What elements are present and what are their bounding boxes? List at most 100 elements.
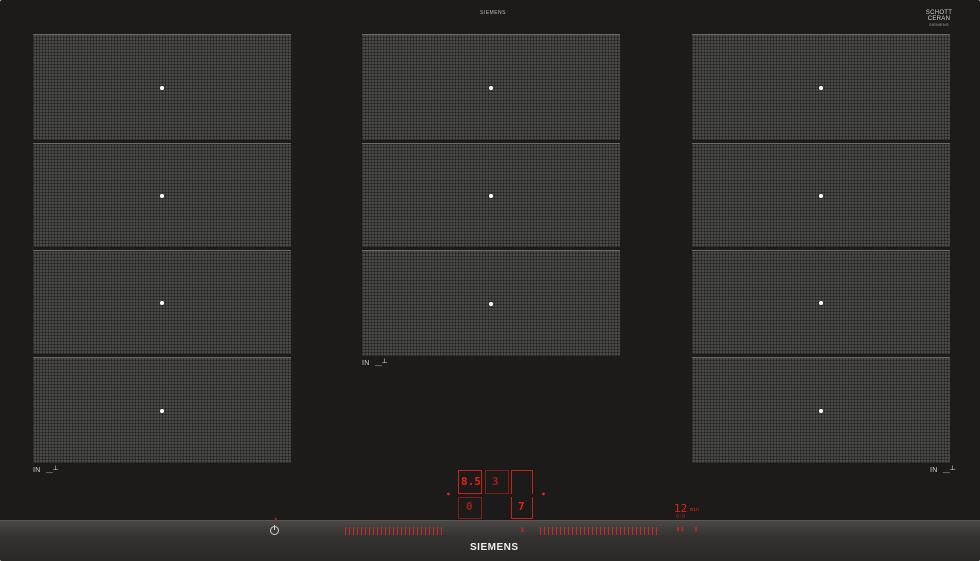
slider-tick <box>345 527 346 535</box>
zone-center-dot <box>160 85 164 90</box>
induction-label-center: IN ⸏┴ <box>362 360 388 367</box>
slider-tick <box>369 527 370 535</box>
cooking-zone-center-1[interactable] <box>362 34 620 140</box>
power-icon[interactable] <box>270 525 279 535</box>
induction-pan-icon: ⸏┴ <box>942 467 956 474</box>
induction-cooktop: SIEMENS SCHOTT CERAN SIEMENS IN ⸏┴ IN ⸏┴… <box>0 0 980 561</box>
cooking-zone-right-1[interactable] <box>692 34 950 140</box>
slider-tick <box>353 527 354 535</box>
slider-tick <box>349 527 350 535</box>
slider-tick <box>377 527 378 535</box>
power-slider-right[interactable] <box>540 527 660 535</box>
slider-tick <box>409 527 410 535</box>
slider-tick <box>429 527 430 535</box>
slider-tick <box>592 527 593 535</box>
slider-tick <box>640 527 641 535</box>
display-extra-box[interactable] <box>511 470 533 494</box>
zone-center-dot <box>819 193 823 198</box>
induction-pan-icon: ⸏┴ <box>45 467 59 474</box>
slider-tick <box>389 527 390 535</box>
slider-tick <box>636 527 637 535</box>
slider-tick <box>556 527 557 535</box>
slider-tick <box>568 527 569 535</box>
induction-label-right: IN ⸏┴ <box>930 467 956 474</box>
slider-tick <box>608 527 609 535</box>
cooking-zone-center-3[interactable] <box>362 250 620 356</box>
cooking-zone-right-2[interactable] <box>692 143 950 247</box>
slider-tick <box>365 527 366 535</box>
zone-center-dot <box>160 408 164 413</box>
right-indicator-icon: • <box>541 490 546 499</box>
slider-tick <box>540 527 541 535</box>
cooking-zone-left-3[interactable] <box>33 250 291 354</box>
cooking-zone-left-1[interactable] <box>33 34 291 140</box>
top-brand-text: SIEMENS <box>480 10 507 16</box>
induction-label-left: IN ⸏┴ <box>33 467 59 474</box>
schott-ceran-logo: SCHOTT CERAN SIEMENS <box>924 10 954 28</box>
display-level: 8.5 <box>461 475 481 488</box>
slider-tick <box>361 527 362 535</box>
cooking-zone-left-2[interactable] <box>33 143 291 247</box>
slider-tick <box>552 527 553 535</box>
slider-tick <box>441 527 442 535</box>
slider-tick <box>560 527 561 535</box>
slider-tick <box>616 527 617 535</box>
zone-center-dot <box>819 85 823 90</box>
glass-sub-text: SIEMENS <box>928 22 950 27</box>
slider-tick <box>624 527 625 535</box>
control-strip <box>0 520 980 561</box>
cooking-zone-left-4[interactable] <box>33 357 291 463</box>
slider-tick <box>421 527 422 535</box>
slider-tick <box>548 527 549 535</box>
cooking-zone-center-2[interactable] <box>362 143 620 247</box>
slider-tick <box>588 527 589 535</box>
slider-tick <box>385 527 386 535</box>
zone-center-dot <box>819 300 823 305</box>
slider-tick <box>652 527 653 535</box>
zone-center-dot <box>160 193 164 198</box>
slider-tick <box>413 527 414 535</box>
slider-tick <box>397 527 398 535</box>
slider-tick <box>405 527 406 535</box>
zone-center-dot <box>819 408 823 413</box>
slider-tick <box>373 527 374 535</box>
power-slider-left[interactable] <box>345 527 445 535</box>
slider-tick <box>600 527 601 535</box>
slider-tick <box>393 527 394 535</box>
slider-tick <box>656 527 657 535</box>
zone-center-dot <box>489 301 493 306</box>
slider-tick <box>381 527 382 535</box>
boost-icon[interactable]: ▮ <box>694 525 698 533</box>
slider-tick <box>584 527 585 535</box>
slider-tick <box>425 527 426 535</box>
induction-pan-icon: ⸏┴ <box>374 360 388 367</box>
slider-end-icon: ▮▮ <box>676 525 685 533</box>
slider-tick <box>417 527 418 535</box>
slider-mark-icon: ▮ <box>520 525 525 534</box>
timer-unit: min <box>690 507 700 513</box>
slider-tick <box>596 527 597 535</box>
slider-tick <box>648 527 649 535</box>
display-zone: 3 <box>492 475 499 488</box>
slider-tick <box>572 527 573 535</box>
slider-tick <box>401 527 402 535</box>
display-timer-a: 0 <box>466 500 473 513</box>
cooking-zone-right-3[interactable] <box>692 250 950 354</box>
zone-center-dot <box>160 300 164 305</box>
slider-tick <box>644 527 645 535</box>
slider-tick <box>632 527 633 535</box>
slider-tick <box>437 527 438 535</box>
slider-tick <box>564 527 565 535</box>
slider-tick <box>576 527 577 535</box>
slider-tick <box>580 527 581 535</box>
cooking-zone-right-4[interactable] <box>692 357 950 463</box>
slider-tick <box>628 527 629 535</box>
zone-center-dot <box>489 193 493 198</box>
slider-tick <box>544 527 545 535</box>
slider-tick <box>357 527 358 535</box>
left-indicator-icon: • <box>446 490 451 499</box>
display-timer-b: 7 <box>518 500 525 513</box>
slider-tick <box>604 527 605 535</box>
slider-tick <box>433 527 434 535</box>
power-indicator-icon: ▴ <box>274 515 278 522</box>
